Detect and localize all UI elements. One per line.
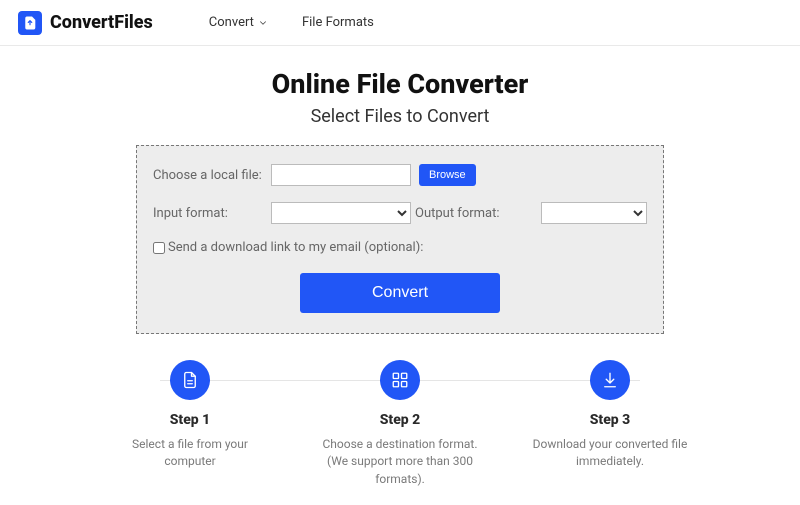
row-formats: Input format: Output format: bbox=[153, 202, 647, 224]
main-nav: Convert File Formats bbox=[209, 15, 374, 30]
brand-name: ConvertFiles bbox=[50, 12, 153, 33]
input-format-select[interactable] bbox=[271, 202, 411, 224]
local-file-label: Choose a local file: bbox=[153, 168, 271, 183]
step-3: Step 3 Download your converted file imme… bbox=[520, 360, 700, 488]
email-label: Send a download link to my email (option… bbox=[168, 240, 423, 255]
chevron-down-icon bbox=[258, 18, 268, 28]
nav-formats-label: File Formats bbox=[302, 15, 374, 30]
grid-icon bbox=[380, 360, 420, 400]
row-email: Send a download link to my email (option… bbox=[153, 240, 647, 255]
step-2-title: Step 2 bbox=[380, 412, 421, 428]
nav-file-formats[interactable]: File Formats bbox=[302, 15, 374, 30]
brand-logo[interactable]: ConvertFiles bbox=[18, 11, 153, 35]
step-3-title: Step 3 bbox=[590, 412, 631, 428]
output-format-select[interactable] bbox=[541, 202, 647, 224]
app-header: ConvertFiles Convert File Formats bbox=[0, 0, 800, 46]
download-icon bbox=[590, 360, 630, 400]
convert-button[interactable]: Convert bbox=[300, 273, 500, 313]
step-1-title: Step 1 bbox=[170, 412, 211, 428]
nav-convert[interactable]: Convert bbox=[209, 15, 268, 30]
steps-section: Step 1 Select a file from your computer … bbox=[100, 360, 700, 488]
page-title: Online File Converter bbox=[0, 68, 800, 100]
converter-panel: Choose a local file: Browse Input format… bbox=[136, 145, 664, 334]
step-1: Step 1 Select a file from your computer bbox=[100, 360, 280, 488]
file-icon bbox=[170, 360, 210, 400]
row-local-file: Choose a local file: Browse bbox=[153, 164, 647, 186]
page-subtitle: Select Files to Convert bbox=[0, 106, 800, 127]
convert-wrap: Convert bbox=[153, 273, 647, 313]
step-1-text: Select a file from your computer bbox=[105, 436, 275, 471]
step-2-text: Choose a destination format. (We support… bbox=[315, 436, 485, 488]
step-3-text: Download your converted file immediately… bbox=[525, 436, 695, 471]
step-2: Step 2 Choose a destination format. (We … bbox=[310, 360, 490, 488]
output-format-label: Output format: bbox=[415, 206, 500, 221]
logo-icon bbox=[18, 11, 42, 35]
input-format-label: Input format: bbox=[153, 206, 271, 221]
email-checkbox[interactable] bbox=[153, 242, 165, 254]
nav-convert-label: Convert bbox=[209, 15, 254, 30]
browse-button[interactable]: Browse bbox=[419, 164, 476, 186]
local-file-input[interactable] bbox=[271, 164, 411, 186]
